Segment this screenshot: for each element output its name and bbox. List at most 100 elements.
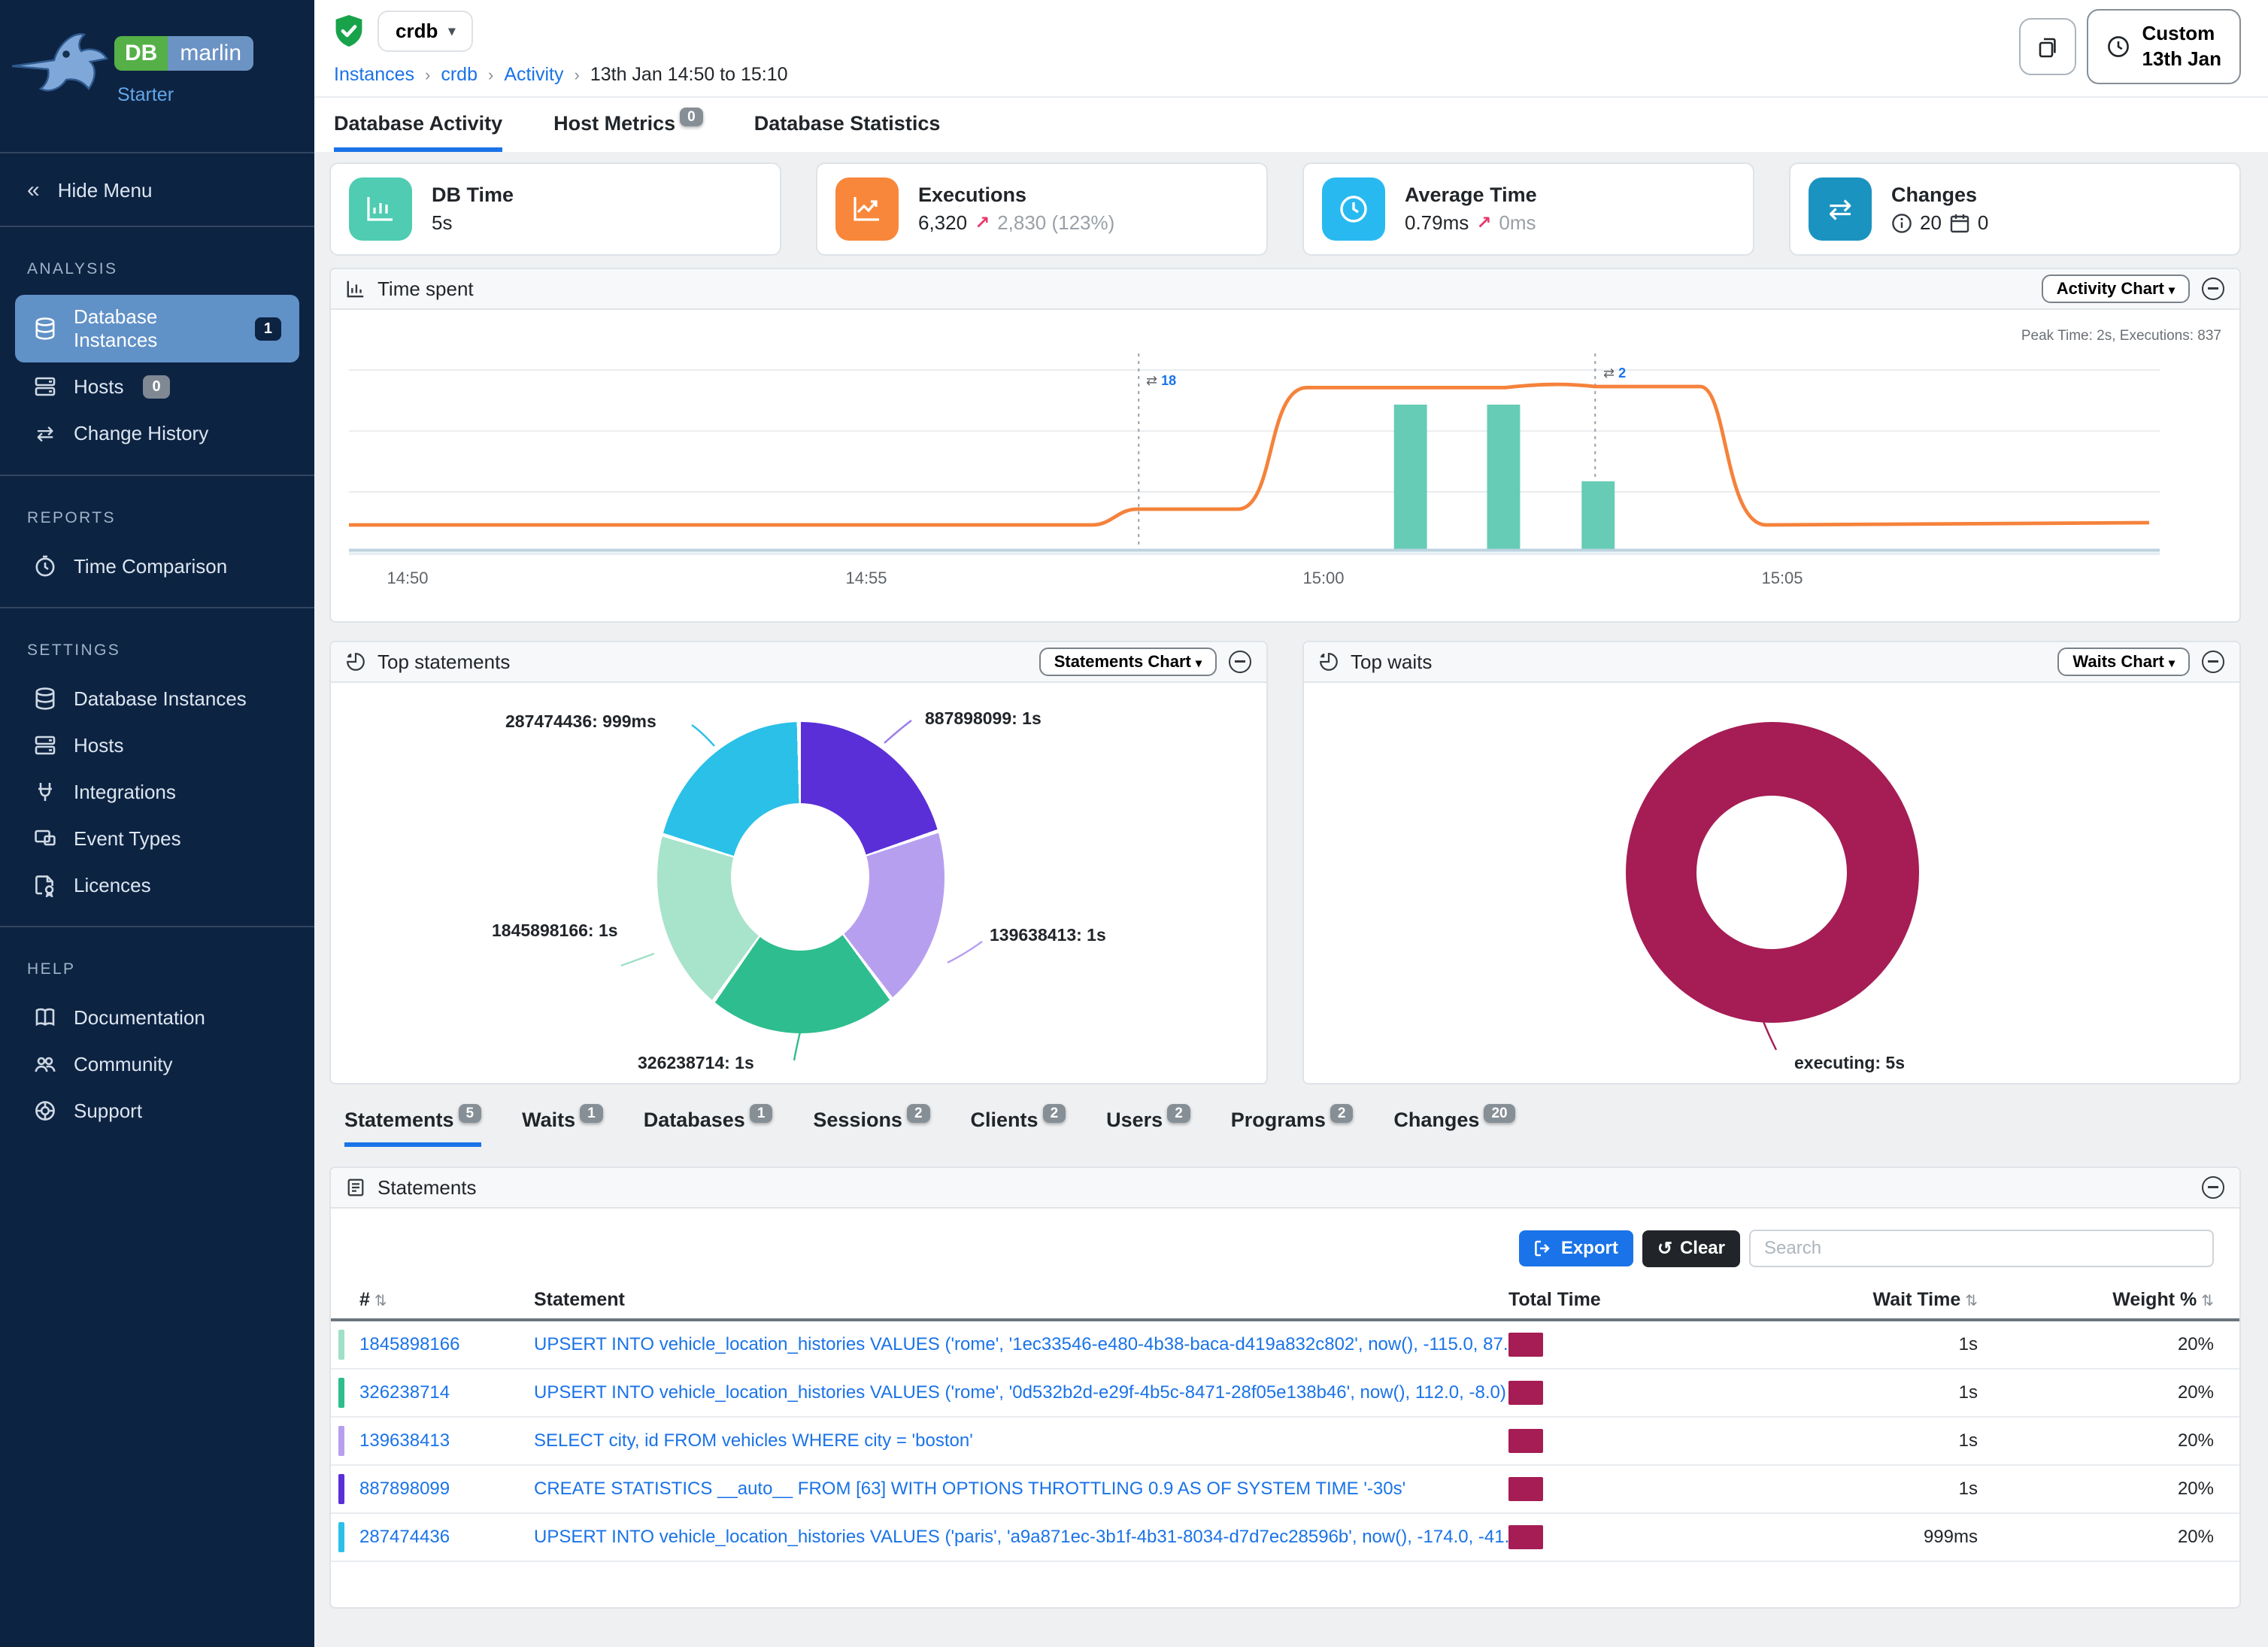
hide-menu-label: Hide Menu <box>58 179 153 202</box>
instance-selector-button[interactable]: crdb ▾ <box>377 11 473 52</box>
tab-database-statistics[interactable]: Database Statistics <box>754 112 941 152</box>
statements-donut[interactable] <box>657 722 944 1033</box>
tab-label: Database Activity <box>334 112 502 135</box>
sidebar-item-documentation[interactable]: Documentation <box>15 995 299 1040</box>
tab-changes[interactable]: Changes20 <box>1393 1109 1515 1147</box>
sidebar-item-label: Hosts <box>74 375 123 399</box>
sidebar-item-label: Documentation <box>74 1006 205 1030</box>
people-icon <box>33 1052 57 1076</box>
lifebuoy-icon <box>33 1099 57 1123</box>
statement-id-link[interactable]: 287474436 <box>359 1527 534 1548</box>
activity-chart-selector[interactable]: Activity Chart ▾ <box>2042 274 2190 303</box>
database-icon <box>33 317 57 341</box>
breadcrumb-instances[interactable]: Instances <box>334 64 414 86</box>
total-time-bar <box>1508 1333 1543 1357</box>
tab-clients[interactable]: Clients2 <box>971 1109 1066 1147</box>
col-weight[interactable]: Weight %⇅ <box>1978 1289 2214 1311</box>
sidebar-item-hosts[interactable]: Hosts 0 <box>15 364 299 409</box>
x-tick: 14:55 <box>845 569 887 588</box>
collapse-panel-icon[interactable] <box>2202 1176 2224 1199</box>
tab-badge: 2 <box>1167 1104 1190 1123</box>
copy-link-button[interactable] <box>2019 18 2076 75</box>
sidebar-item-settings-database-instances[interactable]: Database Instances <box>15 676 299 721</box>
collapse-panel-icon[interactable] <box>2202 278 2224 300</box>
breadcrumb-separator: › <box>425 65 430 85</box>
time-range-button[interactable]: Custom13th Jan <box>2087 9 2242 84</box>
breadcrumb: Instances › crdb › Activity › 13th Jan 1… <box>334 64 788 86</box>
clear-button[interactable]: ↺ Clear <box>1642 1230 1740 1267</box>
tab-databases[interactable]: Databases1 <box>644 1109 773 1147</box>
collapse-panel-icon[interactable] <box>1229 651 1251 673</box>
table-row[interactable]: 1845898166 UPSERT INTO vehicle_location_… <box>331 1321 2239 1369</box>
tab-database-activity[interactable]: Database Activity <box>334 112 502 152</box>
row-color-bar <box>338 1378 344 1408</box>
waits-chart-selector[interactable]: Waits Chart ▾ <box>2057 648 2190 676</box>
change-marker[interactable]: ⇄ 2 <box>1603 365 1626 381</box>
col-wait-time[interactable]: Wait Time⇅ <box>1689 1289 1978 1311</box>
sidebar-item-licences[interactable]: Licences <box>15 863 299 908</box>
info-icon <box>1891 213 1912 234</box>
logo-block[interactable]: DBmarlin Starter <box>0 0 314 153</box>
metric-cards: DB Time 5s Executions 6,320↗2,830 (123%)… <box>329 162 2241 256</box>
sidebar-item-database-instances[interactable]: Database Instances 1 <box>15 295 299 362</box>
brand-marlin: marlin <box>168 36 253 71</box>
sidebar-item-integrations[interactable]: Integrations <box>15 769 299 814</box>
card-title: Average Time <box>1405 184 1537 207</box>
statement-id-link[interactable]: 326238714 <box>359 1382 534 1403</box>
tab-sessions[interactable]: Sessions2 <box>813 1109 929 1147</box>
sidebar-item-change-history[interactable]: ⇄ Change History <box>15 411 299 456</box>
x-tick: 15:00 <box>1302 569 1344 588</box>
plug-icon <box>33 780 57 804</box>
clock-icon <box>33 554 57 578</box>
host-metrics-badge: 0 <box>680 108 703 126</box>
breadcrumb-crdb[interactable]: crdb <box>441 64 478 86</box>
sidebar-item-settings-hosts[interactable]: Hosts <box>15 723 299 768</box>
statement-sql-link[interactable]: CREATE STATISTICS __auto__ FROM [63] WIT… <box>534 1479 1508 1500</box>
col-total-time[interactable]: Total Time <box>1508 1289 1689 1311</box>
statements-chart-selector[interactable]: Statements Chart ▾ <box>1039 648 1217 676</box>
copy-icon <box>2035 34 2060 59</box>
plan-label: Starter <box>117 84 174 106</box>
statement-sql-link[interactable]: UPSERT INTO vehicle_location_histories V… <box>534 1382 1508 1403</box>
statement-id-link[interactable]: 887898099 <box>359 1479 534 1500</box>
col-statement[interactable]: Statement <box>534 1289 1508 1311</box>
collapse-panel-icon[interactable] <box>2202 651 2224 673</box>
breadcrumb-separator: › <box>575 65 580 85</box>
tab-statements[interactable]: Statements5 <box>344 1109 481 1147</box>
calendar-changes-count: 0 <box>1978 211 1988 235</box>
table-row[interactable]: 287474436 UPSERT INTO vehicle_location_h… <box>331 1514 2239 1562</box>
statement-sql-link[interactable]: SELECT city, id FROM vehicles WHERE city… <box>534 1430 1508 1451</box>
sidebar-item-time-comparison[interactable]: Time Comparison <box>15 544 299 589</box>
table-row[interactable]: 887898099 CREATE STATISTICS __auto__ FRO… <box>331 1466 2239 1514</box>
time-spent-chart[interactable]: Peak Time: 2s, Executions: 837 <box>331 310 2239 621</box>
statement-id-link[interactable]: 1845898166 <box>359 1334 534 1355</box>
change-marker[interactable]: ⇄ 18 <box>1146 373 1176 389</box>
panel-title: Top statements <box>377 651 510 674</box>
tab-programs[interactable]: Programs2 <box>1231 1109 1354 1147</box>
statement-id-link[interactable]: 139638413 <box>359 1430 534 1451</box>
section-title: REPORTS <box>0 497 314 542</box>
sidebar-item-event-types[interactable]: Event Types <box>15 816 299 861</box>
table-row[interactable]: 326238714 UPSERT INTO vehicle_location_h… <box>331 1369 2239 1418</box>
search-input[interactable] <box>1749 1230 2214 1267</box>
sidebar-item-community[interactable]: Community <box>15 1042 299 1087</box>
statement-sql-link[interactable]: UPSERT INTO vehicle_location_histories V… <box>534 1334 1508 1355</box>
sidebar-item-support[interactable]: Support <box>15 1088 299 1133</box>
col-id[interactable]: #⇅ <box>359 1289 534 1311</box>
tab-waits[interactable]: Waits1 <box>522 1109 603 1147</box>
tab-badge: 2 <box>1043 1104 1066 1123</box>
tab-host-metrics[interactable]: Host Metrics0 <box>553 112 703 152</box>
clock-icon <box>2106 35 2130 59</box>
wait-time-value: 999ms <box>1689 1527 1978 1548</box>
section-title: ANALYSIS <box>0 248 314 293</box>
tab-users[interactable]: Users2 <box>1106 1109 1190 1147</box>
waits-donut-chart[interactable]: executing: 5s <box>1304 683 2239 1083</box>
table-row[interactable]: 139638413 SELECT city, id FROM vehicles … <box>331 1418 2239 1466</box>
waits-donut[interactable] <box>1626 722 1919 1023</box>
statement-sql-link[interactable]: UPSERT INTO vehicle_location_histories V… <box>534 1527 1508 1548</box>
hide-menu-button[interactable]: « Hide Menu <box>0 153 314 227</box>
tab-label: Users <box>1106 1109 1163 1131</box>
export-button[interactable]: Export <box>1519 1230 1633 1266</box>
breadcrumb-activity[interactable]: Activity <box>504 64 563 86</box>
statements-donut-chart[interactable]: 287474436: 999ms 887898099: 1s 139638413… <box>331 683 1266 1083</box>
